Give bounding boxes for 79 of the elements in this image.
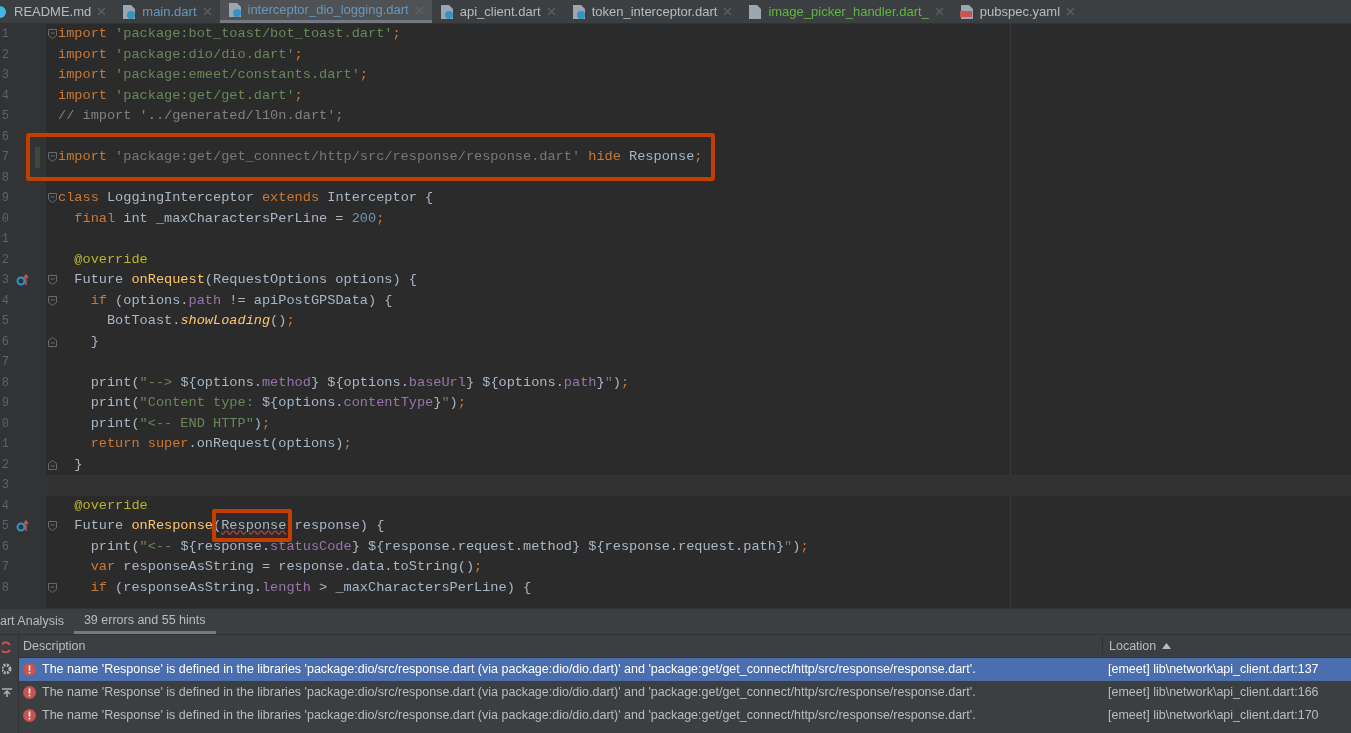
code-line: import 'package:emeet/constants.dart'; — [58, 66, 368, 85]
code-line: class LoggingInterceptor extends Interceptor { — [58, 189, 434, 208]
sort-icon — [1162, 643, 1172, 649]
problem-row[interactable] — [19, 658, 1351, 681]
code-line: print("<-- ${response.statusCode} ${response.request.method} ${response.request.path}"); — [89, 537, 809, 556]
tab-label: README.md — [14, 2, 92, 21]
code-line: import 'package:get/get.dart'; — [58, 86, 303, 105]
fold-icon[interactable] — [47, 336, 57, 347]
code-line: if (responseAsString.length > _maxCharactersPerLine) { — [89, 578, 532, 597]
editor-tab[interactable]: pubspec.yaml — [951, 0, 1084, 23]
code-line: import 'package:bot_toast/bot_toast.dart'; — [58, 25, 401, 44]
code-line: print("--> ${options.method} ${options.baseUrl} ${options.path}"); — [89, 373, 630, 392]
fold-icon[interactable] — [47, 521, 57, 532]
close-icon[interactable] — [546, 7, 556, 16]
problem-description: The name 'Response' is defined in the libraries 'package:dio/src/response.dart (via package:dio/dio.dart)' and 'package:get/get_connect/http/src/response/response.dart'. — [42, 684, 976, 702]
editor-tab[interactable]: api_client.dart — [431, 0, 564, 23]
close-icon[interactable] — [97, 7, 107, 16]
error-icon — [23, 686, 36, 699]
code-line: // import '../generated/l10n.dart'; — [58, 107, 344, 126]
file-icon — [959, 3, 974, 20]
file-icon — [571, 3, 586, 20]
tab-label: interceptor_dio_logging.dart — [247, 1, 409, 20]
code-line: print("Content type: ${options.contentType}"); — [89, 394, 466, 413]
close-icon[interactable] — [1066, 7, 1076, 16]
tab-label: pubspec.yaml — [979, 2, 1061, 21]
error-icon — [23, 663, 36, 676]
code-line: var responseAsString = response.data.toString(); — [89, 558, 483, 577]
panel-tab[interactable]: 39 errors and 55 hints — [73, 609, 216, 634]
column-header[interactable]: Description — [19, 636, 1102, 656]
fold-icon[interactable] — [47, 275, 57, 286]
problem-description: The name 'Response' is defined in the libraries 'package:dio/src/response.dart (via package:dio/dio.dart)' and 'package:get/get_connect/http/src/response/response.dart'. — [42, 707, 976, 725]
file-icon — [0, 4, 8, 19]
error-icon — [23, 709, 36, 722]
editor-tab[interactable]: README.md — [0, 0, 115, 23]
code-line: } — [89, 332, 99, 351]
file-icon — [122, 3, 137, 20]
problem-location: [emeet] lib\network\api_client.dart:166 — [1107, 684, 1319, 702]
tab-label: token_interceptor.dart — [591, 2, 718, 21]
code-line: final int _maxCharactersPerLine = 200; — [73, 209, 385, 228]
tab-label: api_client.dart — [459, 2, 541, 21]
code-line: @override — [73, 250, 148, 269]
editor-tab[interactable]: image_picker_handler.dart_ — [740, 0, 952, 23]
code-line: @override — [73, 496, 148, 515]
code-line: return super.onRequest(options); — [89, 435, 352, 454]
code-line: } — [73, 455, 83, 474]
close-icon[interactable] — [202, 7, 212, 16]
code-line: Future onRequest(RequestOptions options) { — [73, 271, 417, 290]
fold-icon[interactable] — [47, 152, 57, 163]
problem-location: [emeet] lib\network\api_client.dart:170 — [1107, 707, 1319, 725]
code-token: Response — [221, 518, 287, 534]
refresh-icon[interactable] — [2, 641, 12, 653]
tab-label: image_picker_handler.dart_ — [768, 2, 929, 21]
column-header[interactable]: Location — [1102, 636, 1351, 656]
editor-tab[interactable]: main.dart — [114, 0, 220, 23]
export-icon[interactable] — [2, 685, 12, 697]
panel-tab[interactable]: art Analysis — [0, 609, 74, 634]
code-line: if (options.path != apiPostGPSData) { — [89, 291, 393, 310]
tab-label: main.dart — [142, 2, 197, 21]
code-line: BotToast.showLoading(); — [105, 312, 295, 331]
override-icon[interactable] — [15, 274, 29, 287]
settings-icon[interactable] — [2, 663, 12, 675]
file-icon — [227, 2, 242, 18]
fold-icon[interactable] — [47, 582, 57, 593]
problem-description: The name 'Response' is defined in the libraries 'package:dio/src/response.dart (via package:dio/dio.dart)' and 'package:get/get_connect/http/src/response/response.dart'. — [42, 661, 976, 679]
problem-location: [emeet] lib\network\api_client.dart:137 — [1107, 661, 1319, 679]
fold-icon[interactable] — [47, 29, 57, 40]
override-icon[interactable] — [15, 520, 29, 533]
editor-tab[interactable]: token_interceptor.dart — [563, 0, 741, 23]
close-icon[interactable] — [723, 7, 733, 16]
code-line: response) { — [293, 517, 385, 536]
fold-icon[interactable] — [47, 193, 57, 204]
code-line: print("<-- END HTTP"); — [89, 414, 271, 433]
fold-icon[interactable] — [47, 459, 57, 470]
code-line: import 'package:get/get_connect/http/src/response/response.dart' hide Response; — [58, 148, 703, 167]
fold-icon[interactable] — [47, 295, 57, 306]
file-icon — [748, 3, 763, 20]
file-icon — [439, 3, 454, 20]
close-icon[interactable] — [934, 7, 944, 16]
code-line: import 'package:dio/dio.dart'; — [58, 45, 303, 64]
